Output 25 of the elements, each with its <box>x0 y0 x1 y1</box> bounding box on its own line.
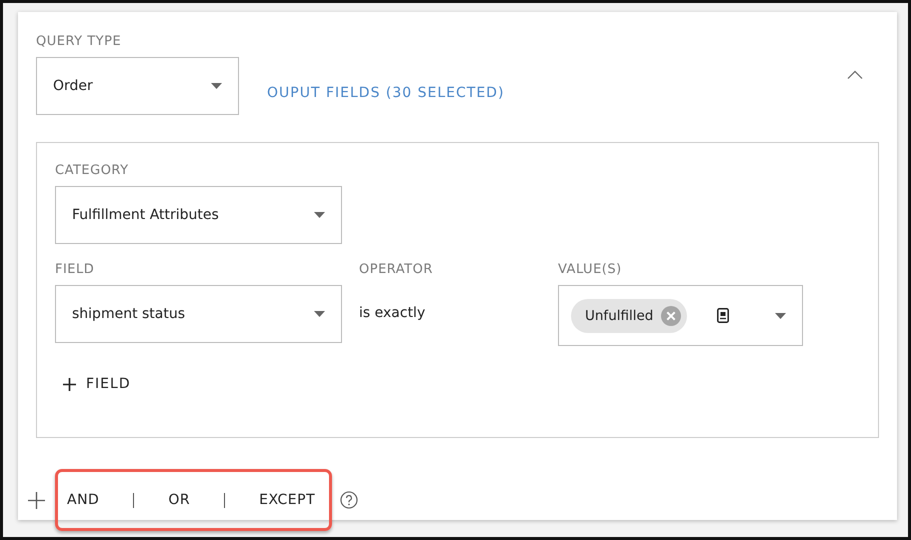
dropdown[interactable]: shipment status <box>55 285 342 343</box>
field-label: FIELD <box>55 262 94 277</box>
field-label: OPERATOR <box>359 262 433 277</box>
connector-button[interactable]: EXCEPT <box>259 492 316 508</box>
connector-button[interactable]: OR <box>168 492 190 508</box>
caret-icon <box>314 311 325 317</box>
caret-icon <box>775 312 786 318</box>
output-fields-link[interactable]: OUPUT FIELDS (30 SELECTED) <box>267 85 504 101</box>
values-field[interactable]: Unfulfilled <box>558 285 803 346</box>
dropdown[interactable]: Fulfillment Attributes <box>55 186 342 244</box>
value-chip[interactable]: Unfulfilled <box>571 298 688 332</box>
chevron-up-icon[interactable] <box>847 70 863 79</box>
caret-icon <box>211 83 222 89</box>
field-label: CATEGORY <box>55 163 129 178</box>
connector-button[interactable]: AND <box>67 492 100 508</box>
caret-icon <box>314 212 325 218</box>
operator-value: is exactly <box>359 305 426 321</box>
document-icon[interactable] <box>717 308 730 323</box>
add-field-button[interactable]: FIELD <box>55 376 131 392</box>
dropdown[interactable]: Order <box>36 57 239 115</box>
plus-icon[interactable] <box>28 492 45 508</box>
field-label: QUERY TYPE <box>36 34 122 49</box>
field-label: VALUE(S) <box>558 262 622 277</box>
help-icon[interactable] <box>340 491 358 509</box>
plus-icon <box>63 378 76 390</box>
